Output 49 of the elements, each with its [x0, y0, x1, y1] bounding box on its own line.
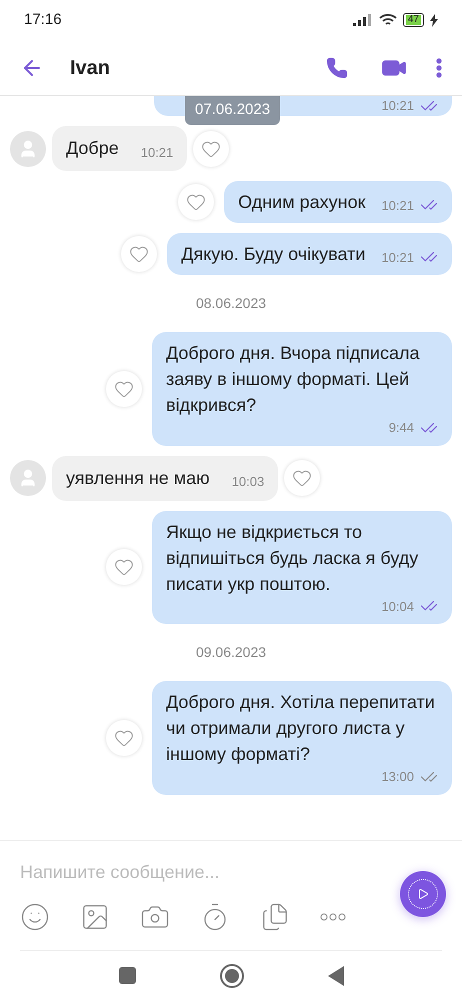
like-button[interactable] [106, 720, 142, 756]
date-separator: 08.06.2023 [196, 294, 266, 313]
message-time: 10:21 [140, 144, 174, 162]
voice-message-button[interactable] [400, 871, 446, 917]
status-time: 17:16 [24, 10, 62, 30]
message-text: Добре [66, 137, 119, 160]
message-text: Якщо не відкриється то відпишіться будь ласка я буду писати укр поштою. [166, 520, 420, 596]
contact-name: Ivan [70, 56, 112, 80]
like-button[interactable] [106, 549, 142, 586]
files-icon[interactable] [260, 902, 290, 932]
more-button[interactable] [436, 58, 442, 78]
back-nav-button[interactable] [328, 966, 344, 986]
message-time: 10:04 [381, 598, 414, 616]
message-input[interactable]: Напишите сообщение... [20, 859, 360, 886]
heart-icon [186, 192, 206, 212]
signal-icon [352, 14, 373, 26]
like-button[interactable] [193, 130, 230, 166]
gallery-icon[interactable] [80, 902, 110, 932]
battery-indicator: 47 [402, 13, 424, 27]
charging-icon [430, 14, 438, 26]
recents-button[interactable] [118, 967, 136, 984]
message-time: 10:21 [381, 248, 414, 266]
wifi-icon [378, 13, 397, 27]
message-text: Доброго дня. Вчора підписала заяву в іншому форматі. Цей відкрився? [166, 342, 421, 417]
call-button[interactable] [326, 56, 348, 78]
more-icon[interactable] [320, 913, 346, 921]
message-time: 13:00 [381, 768, 414, 786]
message-time: 9:44 [388, 419, 414, 437]
heart-icon [114, 557, 134, 578]
date-separator: 09.06.2023 [196, 643, 266, 662]
more-vertical-icon [436, 58, 442, 78]
message-text: Доброго дня. Хотіла перепитати чи отримали другого листа у іншому форматі? [166, 691, 436, 766]
message-time: 10:21 [381, 196, 414, 214]
message-text: Дякую. Буду очікувати [181, 243, 366, 266]
message-time: 10:03 [232, 473, 264, 491]
heart-icon [129, 244, 150, 264]
sticker-icon[interactable] [20, 902, 50, 932]
date-chip: 07.06.2023 [185, 96, 280, 124]
home-button[interactable] [220, 964, 244, 988]
message-text: уявлення не маю [66, 466, 210, 490]
like-button[interactable] [178, 184, 214, 220]
message-text: Одним рахунок [238, 191, 366, 214]
like-button[interactable] [121, 236, 158, 272]
like-button[interactable] [284, 460, 320, 496]
like-button[interactable] [106, 370, 142, 407]
heart-icon [292, 468, 312, 488]
message-time: 10:21 [381, 97, 414, 116]
play-icon [417, 888, 429, 900]
phone-icon [326, 56, 348, 78]
